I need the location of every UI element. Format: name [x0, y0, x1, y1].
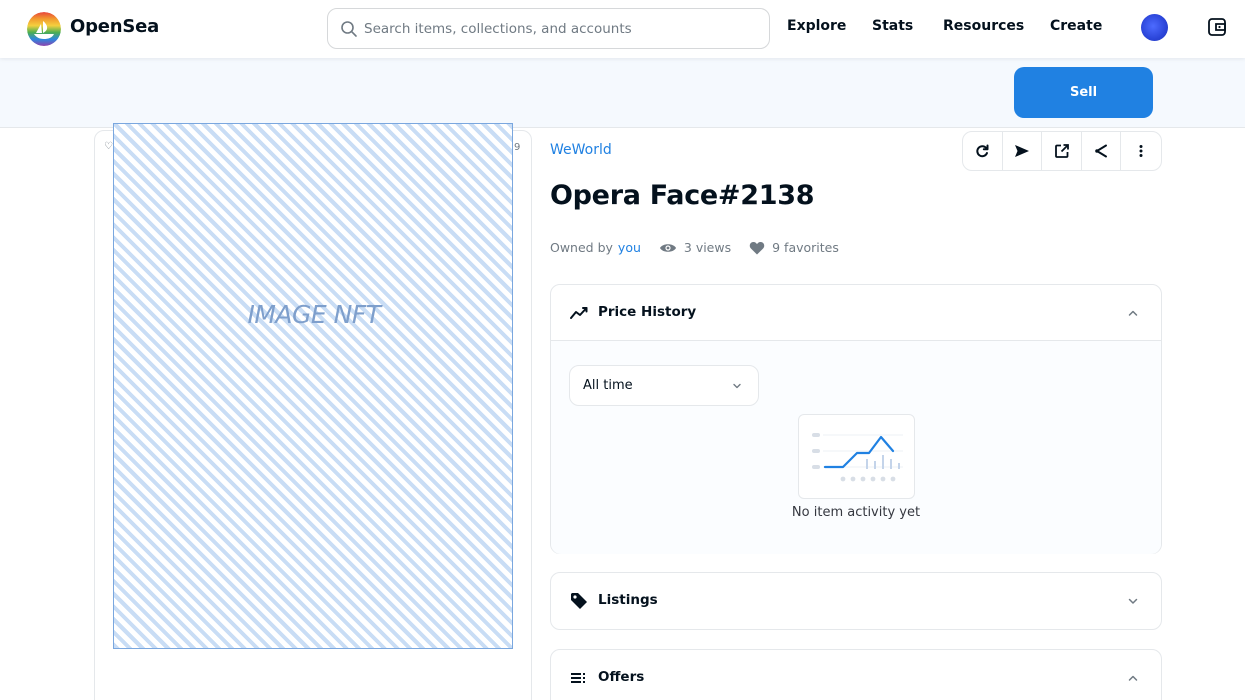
more-options-button[interactable] — [1121, 132, 1161, 170]
no-activity-text: No item activity yet — [791, 505, 921, 520]
more-icon — [1139, 145, 1143, 157]
opensea-logo-icon[interactable] — [27, 12, 61, 46]
offers-title: Offers — [598, 669, 645, 685]
search-input[interactable] — [364, 9, 762, 48]
transfer-button[interactable] — [1003, 132, 1043, 170]
nav-explore[interactable]: Explore — [787, 18, 846, 34]
price-history-body: All time No item activity yet — [551, 341, 1161, 554]
listings-panel: Listings — [550, 572, 1162, 630]
heart-icon — [749, 241, 765, 254]
chevron-down-icon — [733, 383, 741, 389]
refresh-button[interactable] — [963, 132, 1003, 170]
eye-icon — [659, 243, 676, 252]
brand-name[interactable]: OpenSea — [70, 16, 159, 37]
time-range-select[interactable]: All time — [569, 365, 759, 406]
nav-create[interactable]: Create — [1050, 18, 1102, 34]
search-bar[interactable] — [327, 8, 770, 49]
listings-title: Listings — [598, 592, 658, 608]
nft-image-placeholder-text: IMAGE NFT — [247, 300, 381, 329]
card-favorites-count: 9 — [514, 142, 521, 153]
nav-stats[interactable]: Stats — [872, 18, 913, 34]
owner-action-bar: Sell — [0, 58, 1245, 128]
item-title: Opera Face#2138 — [550, 180, 815, 211]
chevron-up-icon — [1128, 310, 1138, 316]
offers-panel: Offers — [550, 649, 1162, 700]
wallet-icon[interactable] — [1206, 16, 1228, 38]
collection-link[interactable]: WeWorld — [550, 142, 612, 158]
price-history-header[interactable]: Price History — [551, 285, 1161, 341]
transfer-icon — [1014, 145, 1029, 157]
item-meta: Owned by you 3 views 9 favorites — [550, 240, 839, 255]
refresh-icon — [976, 144, 989, 158]
tag-icon — [571, 593, 587, 609]
owner-link[interactable]: you — [618, 240, 641, 255]
external-link-icon — [1054, 144, 1069, 158]
nav-resources[interactable]: Resources — [943, 18, 1024, 34]
chevron-down-icon — [1128, 598, 1138, 604]
share-button[interactable] — [1082, 132, 1122, 170]
nft-image[interactable]: IMAGE NFT — [113, 123, 513, 649]
owned-by-label: Owned by — [550, 240, 613, 255]
price-history-panel: Price History All time No item activity … — [550, 284, 1162, 554]
price-history-title: Price History — [598, 304, 697, 320]
sell-button[interactable]: Sell — [1014, 67, 1153, 118]
listings-header[interactable]: Listings — [551, 573, 1161, 629]
offers-header[interactable]: Offers — [551, 650, 1161, 700]
item-toolbar — [962, 131, 1162, 171]
chevron-up-icon — [1128, 675, 1138, 681]
trending-line-icon — [570, 307, 588, 319]
favorites-count: 9 favorites — [772, 240, 839, 255]
card-heart-icon[interactable]: ♡ — [104, 141, 113, 152]
views-count: 3 views — [683, 240, 732, 255]
top-navbar: OpenSea Explore Stats Resources Create — [0, 0, 1245, 58]
profile-avatar[interactable] — [1141, 14, 1168, 41]
share-icon — [1095, 144, 1108, 158]
list-icon — [571, 673, 585, 683]
empty-chart-illustration — [798, 414, 915, 499]
time-range-value: All time — [583, 378, 633, 393]
open-external-button[interactable] — [1042, 132, 1082, 170]
search-icon — [341, 21, 357, 37]
